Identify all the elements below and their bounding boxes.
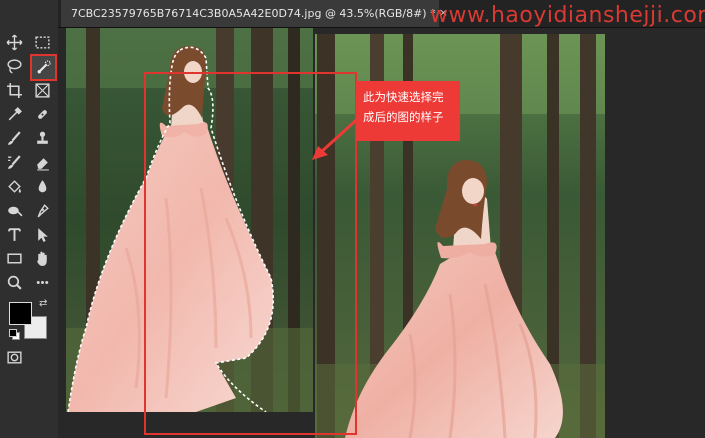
annotation-callout: 此为快速选择完成后的图的样子 bbox=[356, 81, 460, 141]
quick-mask-button[interactable] bbox=[3, 346, 25, 368]
rect-marquee-icon bbox=[34, 35, 50, 49]
type-icon bbox=[7, 227, 21, 241]
path-selection-tool[interactable] bbox=[31, 223, 53, 245]
blur-tool[interactable] bbox=[31, 175, 53, 197]
healing-tool[interactable] bbox=[31, 103, 53, 125]
crop-tool[interactable] bbox=[3, 79, 25, 101]
edit-toolbar[interactable] bbox=[31, 271, 53, 293]
clone-stamp-tool[interactable] bbox=[31, 127, 53, 149]
dodge-tool[interactable] bbox=[3, 199, 25, 221]
hand-tool[interactable] bbox=[31, 247, 53, 269]
quick-mask-icon bbox=[6, 350, 22, 364]
type-tool[interactable] bbox=[3, 223, 25, 245]
stamp-icon bbox=[36, 131, 48, 144]
watermark: www.haoyidianshejji.com bbox=[430, 3, 705, 28]
document-tab-title: 7CBC23579765B76714C3B0A5A42E0D74.jpg @ 4… bbox=[71, 7, 436, 20]
move-tool[interactable] bbox=[3, 31, 25, 53]
crop-icon bbox=[6, 82, 22, 98]
arrow-cursor-icon bbox=[37, 227, 48, 242]
tools-panel: ⇄ bbox=[0, 0, 59, 438]
marquee-tool[interactable] bbox=[31, 31, 53, 53]
pen-tool[interactable] bbox=[31, 199, 53, 221]
brush-tool[interactable] bbox=[3, 127, 25, 149]
lasso-tool[interactable] bbox=[3, 55, 25, 77]
history-brush-icon bbox=[7, 154, 21, 169]
document-tab-bar: 7CBC23579765B76714C3B0A5A42E0D74.jpg @ 4… bbox=[58, 0, 705, 28]
pen-icon bbox=[37, 203, 49, 217]
zoom-icon bbox=[7, 275, 22, 290]
history-brush-tool[interactable] bbox=[3, 151, 25, 173]
zoom-tool[interactable] bbox=[3, 271, 25, 293]
quick-selection-tool[interactable] bbox=[30, 54, 57, 81]
hand-icon bbox=[36, 251, 47, 266]
dodge-icon bbox=[7, 206, 23, 216]
document-canvas[interactable]: 此为快速选择完成后的图的样子 bbox=[58, 28, 705, 438]
lasso-icon bbox=[6, 58, 22, 74]
eraser-icon bbox=[36, 157, 49, 170]
quick-selection-brush-icon bbox=[37, 60, 51, 74]
water-drop-icon bbox=[38, 179, 46, 192]
paint-bucket-icon bbox=[7, 179, 21, 193]
eyedropper-icon bbox=[8, 106, 22, 120]
move-icon bbox=[6, 34, 22, 50]
shape-tool[interactable] bbox=[3, 247, 25, 269]
document-tab[interactable]: 7CBC23579765B76714C3B0A5A42E0D74.jpg @ 4… bbox=[61, 0, 448, 27]
default-colors-icon[interactable] bbox=[9, 329, 20, 340]
paint-bucket-tool[interactable] bbox=[3, 175, 25, 197]
frame-tool[interactable] bbox=[31, 79, 53, 101]
frame-icon bbox=[34, 82, 50, 98]
eraser-tool[interactable] bbox=[31, 151, 53, 173]
swap-colors-icon[interactable]: ⇄ bbox=[39, 298, 47, 309]
eyedropper-tool[interactable] bbox=[3, 103, 25, 125]
healing-brush-icon bbox=[37, 109, 47, 119]
rectangle-shape-icon bbox=[6, 253, 22, 263]
more-icon bbox=[36, 280, 48, 284]
foreground-color-swatch[interactable] bbox=[9, 302, 32, 325]
annotation-text: 此为快速选择完成后的图的样子 bbox=[363, 90, 444, 124]
brush-icon bbox=[7, 130, 21, 145]
